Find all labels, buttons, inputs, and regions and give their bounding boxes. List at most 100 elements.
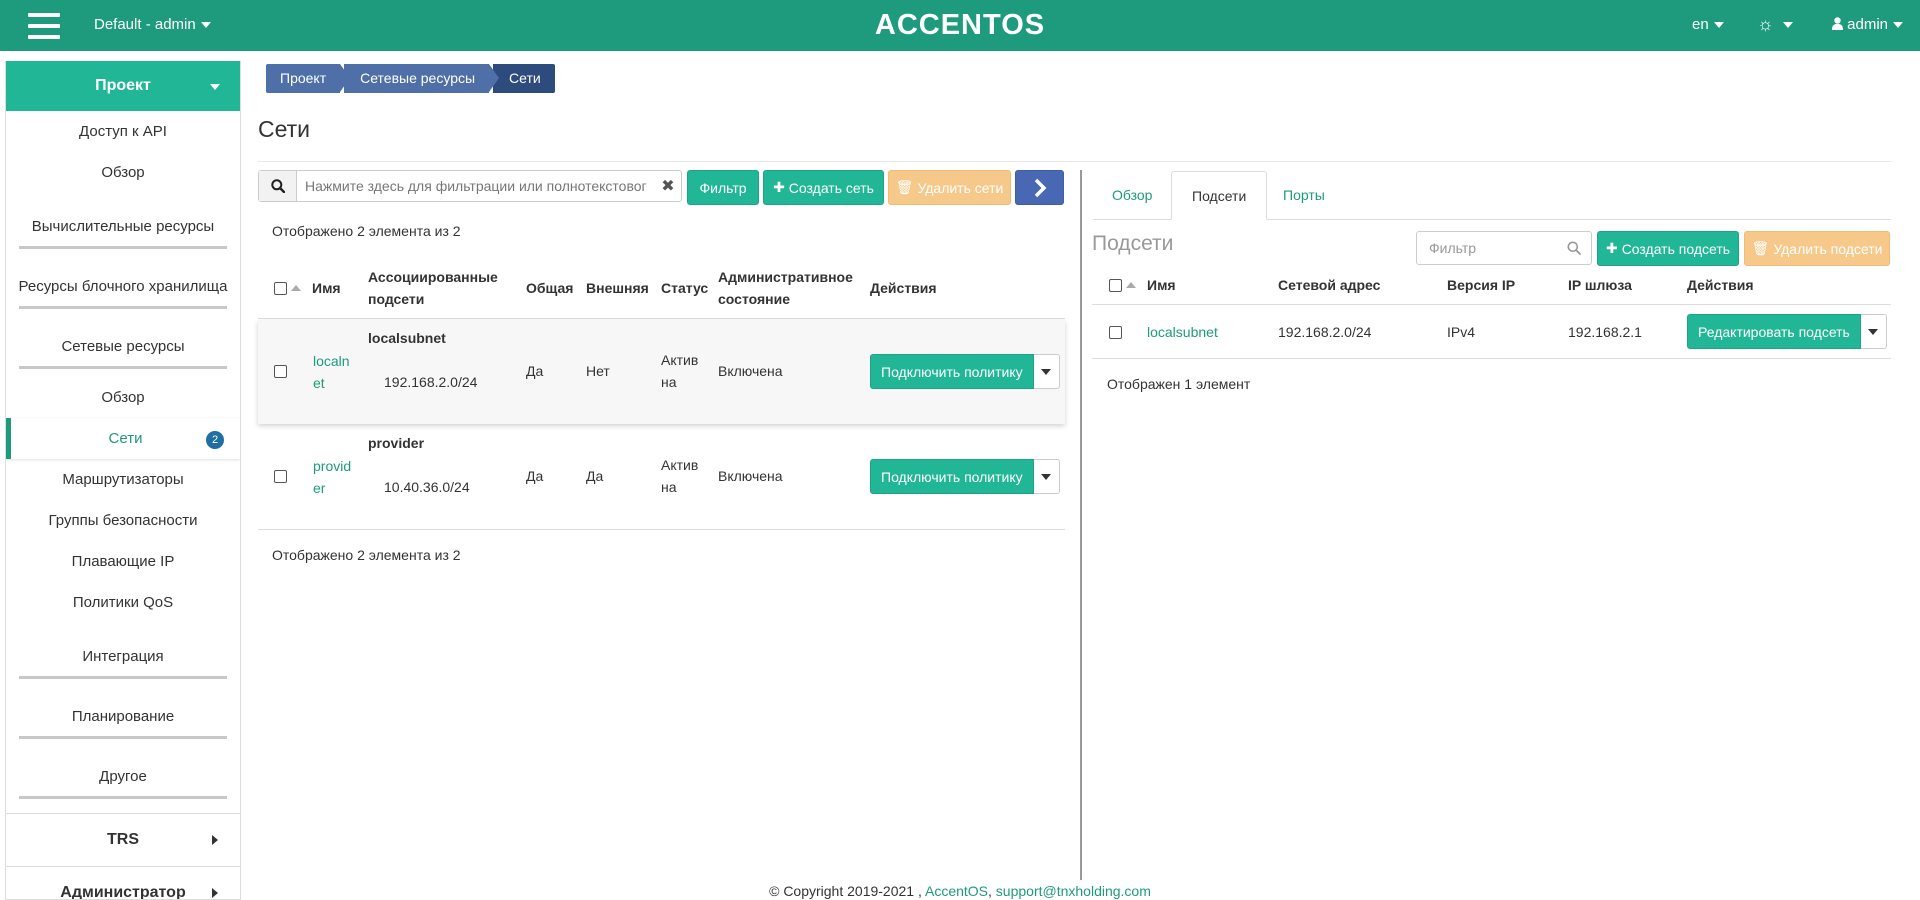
actions-dropdown-toggle[interactable] [1033,354,1060,389]
row-checkbox[interactable] [274,365,287,378]
status-line1: Актив [661,457,699,473]
subnet-bottom-divider [1092,358,1891,359]
col-actions: Действия [870,280,937,296]
shared-value: Да [526,363,544,379]
subnet-name: provider [368,435,425,451]
chevron-down-icon [210,84,220,90]
tab-subnets[interactable]: Подсети [1171,171,1268,220]
clear-icon[interactable]: ✖ [655,171,681,201]
edit-subnet-button[interactable]: Редактировать подсеть [1687,314,1861,349]
menu-toggle-icon[interactable] [28,13,60,39]
sidebar-item-security-groups[interactable]: Группы безопасности [6,500,240,541]
user-icon [1832,17,1843,30]
create-subnet-button[interactable]: ✚ Создать подсеть [1597,231,1739,266]
sidebar-trs-header[interactable]: TRS [6,813,240,866]
sidebar-section-compute[interactable]: Вычислительные ресурсы [6,193,240,253]
network-name-link[interactable]: localn et [313,350,350,394]
sidebar-item-label: Сетевые ресурсы [61,337,185,355]
tab-ports[interactable]: Порты [1263,171,1345,220]
select-all-subnets-checkbox[interactable] [1109,279,1122,292]
col-subnets: Ассоциированные подсети [368,266,498,310]
sidebar-section-integration[interactable]: Интеграция [6,623,240,683]
attach-policy-button[interactable]: Подключить политику [870,354,1034,389]
sidebar-project-header[interactable]: Проект [6,61,240,111]
subnet-filter-input[interactable] [1417,240,1567,256]
chevron-down-icon [1041,473,1052,480]
language-label: en [1692,16,1709,33]
filter-button-label: Фильтр [699,179,747,196]
subnet-name-link[interactable]: localsubnet [1147,321,1218,343]
language-selector[interactable]: en [1692,16,1724,33]
create-network-button[interactable]: ✚ Создать сеть [763,170,884,205]
col-name[interactable]: Имя [312,277,341,299]
sidebar-item-label: Группы безопасности [48,512,198,529]
row-checkbox[interactable] [274,470,287,483]
delete-networks-button[interactable]: 🗑 Удалить сети [888,170,1011,205]
attach-policy-button[interactable]: Подключить политику [870,459,1034,494]
network-name-link[interactable]: provid er [313,455,351,499]
sort-asc-icon[interactable] [291,285,301,291]
top-navbar: Default - admin ACCENTOS en ☼ admin [0,0,1920,51]
sidebar-item-routers[interactable]: Маршрутизаторы [6,459,240,500]
admin-state-value: Включена [718,468,783,484]
network-name-line1: provid [313,458,352,474]
sidebar-item-network-overview[interactable]: Обзор [6,377,240,418]
table-header-divider [258,318,1065,319]
create-subnet-label: Создать подсеть [1621,240,1731,257]
col-admin-line1: Административное [718,269,853,285]
plus-icon: ✚ [773,179,785,195]
sidebar-item-qos-policies[interactable]: Политики QoS [6,582,240,623]
delete-subnets-button[interactable]: 🗑 Удалить подсети [1744,231,1890,266]
status-line2: на [661,374,677,390]
tab-overview[interactable]: Обзор [1092,171,1172,220]
sidebar-item-label: Вычислительные ресурсы [31,217,215,235]
expand-panel-button[interactable] [1015,170,1064,205]
status-value: Актив на [661,349,698,393]
sidebar-item-networks[interactable]: Сети 2 [6,418,240,459]
sidebar-item-label: Обзор [101,389,145,406]
col-subnets-line1: Ассоциированные [368,269,498,285]
sun-icon: ☼ [1757,14,1774,34]
sidebar-section-block-storage[interactable]: Ресурсы блочного хранилища [6,253,240,313]
sidebar-item-label: Доступ к API [79,123,167,140]
accentos-link[interactable]: AccentOS [925,883,988,899]
external-value: Да [586,468,604,484]
breadcrumb-network-resources[interactable]: Сетевые ресурсы [344,64,499,93]
sidebar-item-label: Интеграция [82,647,164,665]
filter-button[interactable]: Фильтр [687,170,759,205]
sidebar-section-network[interactable]: Сетевые ресурсы [6,313,240,373]
page-title: Сети [258,116,311,142]
actions-dropdown-toggle[interactable] [1033,459,1060,494]
network-search-input[interactable] [297,171,655,201]
sidebar-item-api-access[interactable]: Доступ к API [6,111,240,152]
subnets-section-title: Подсети [1092,232,1174,255]
subnet-row-actions: Редактировать подсеть [1687,314,1887,349]
sidebar-item-label: Ресурсы блочного хранилища [18,277,228,295]
subnet-actions-dropdown-toggle[interactable] [1860,314,1887,349]
search-icon[interactable] [1567,241,1581,255]
col-subnet-name[interactable]: Имя [1147,274,1176,296]
trash-icon: 🗑 [1751,240,1770,256]
col-subnet-actions: Действия [1687,277,1754,293]
sidebar-item-overview[interactable]: Обзор [6,152,240,193]
breadcrumb-project[interactable]: Проект [266,64,351,93]
accentos-logo[interactable]: ACCENTOS [875,9,1045,41]
sidebar-project-label: Проект [95,77,151,94]
select-all-checkbox[interactable] [274,282,287,295]
admin-state-value: Включена [718,363,783,379]
search-button[interactable] [259,171,297,201]
sort-asc-icon[interactable] [1126,282,1136,288]
sidebar-section-other[interactable]: Другое [6,743,240,803]
breadcrumb-networks[interactable]: Сети [493,64,555,93]
sidebar-section-scheduling[interactable]: Планирование [6,683,240,743]
sidebar-item-floating-ips[interactable]: Плавающие IP [6,541,240,582]
support-email-link[interactable]: support@tnxholding.com [996,883,1151,899]
project-selector[interactable]: Default - admin [94,16,211,33]
footer-separator: , [988,883,992,899]
subnet-row-checkbox[interactable] [1109,326,1122,339]
theme-selector[interactable]: ☼ [1757,14,1793,35]
subnet-cidr: 192.168.2.0/24 [384,374,478,390]
user-menu[interactable]: admin [1832,16,1904,33]
panel-divider[interactable] [1080,170,1082,880]
col-ip-version: Версия IP [1447,277,1516,293]
